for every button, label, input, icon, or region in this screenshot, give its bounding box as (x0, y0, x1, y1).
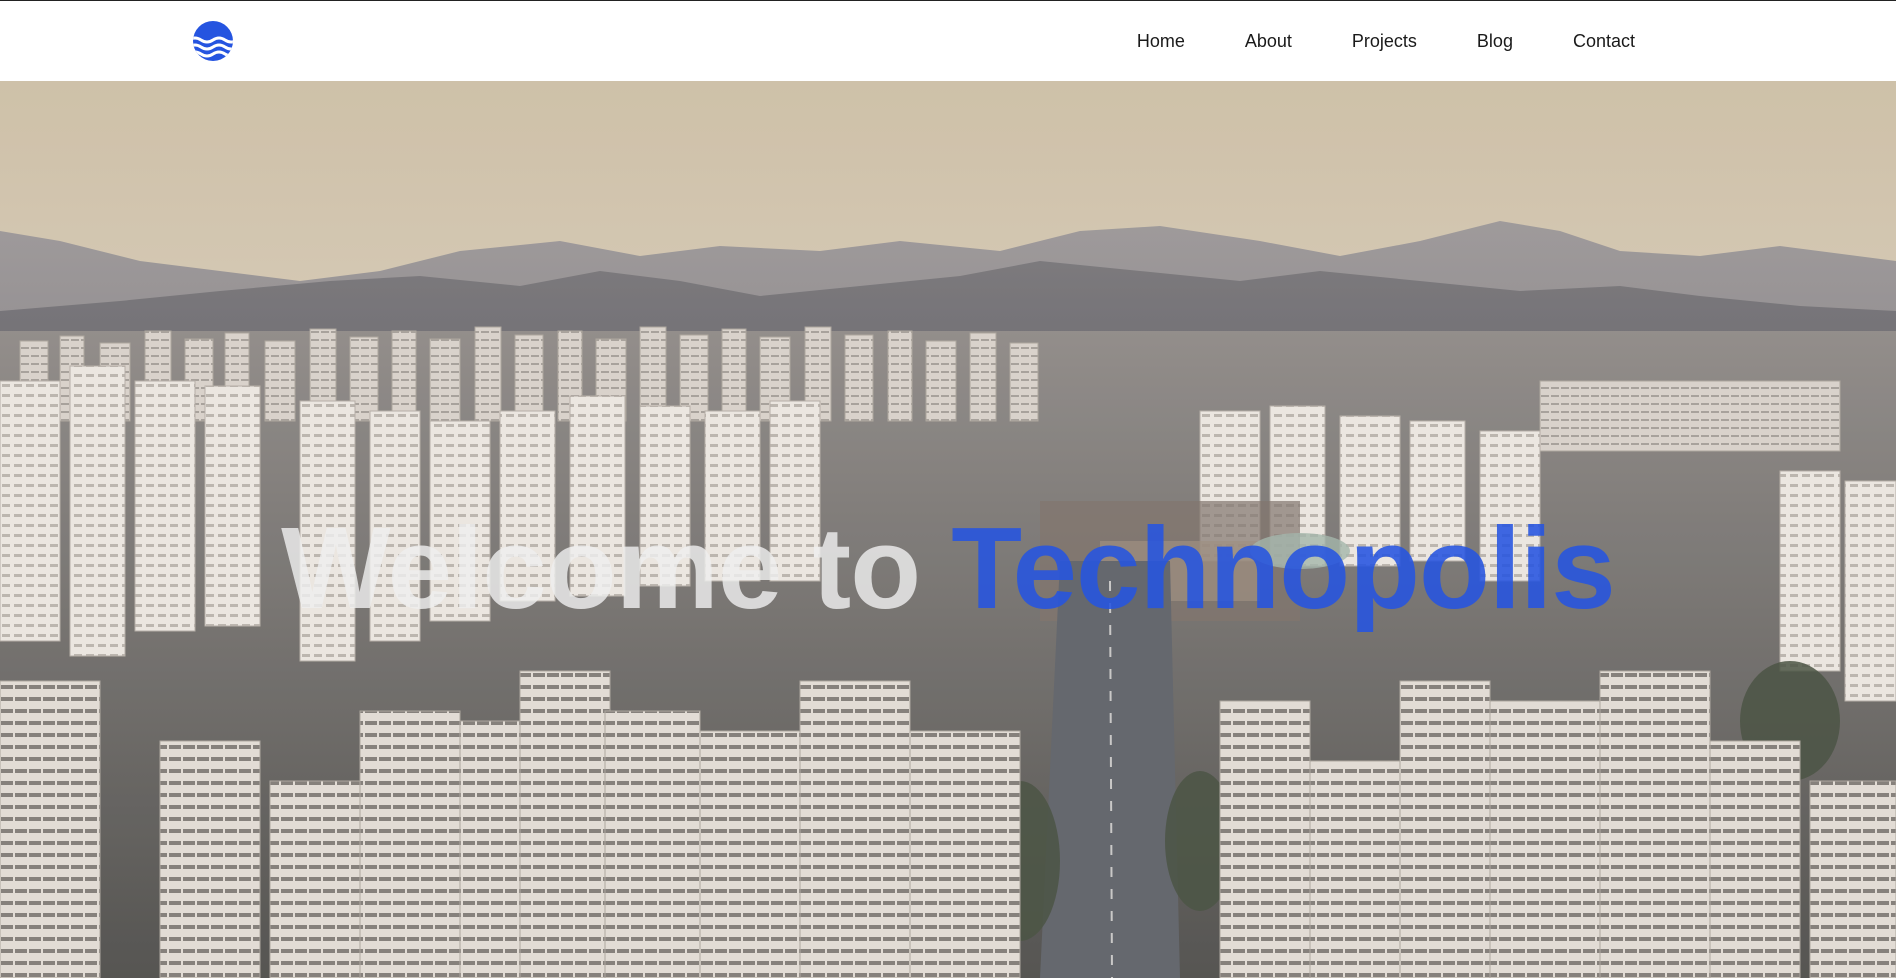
nav-about[interactable]: About (1245, 31, 1292, 52)
nav-home[interactable]: Home (1137, 31, 1185, 52)
page: Home About Projects Blog Contact Welcome… (0, 0, 1896, 978)
site-header: Home About Projects Blog Contact (0, 1, 1896, 81)
hero-title: Welcome to Technopolis (0, 503, 1896, 633)
nav-projects[interactable]: Projects (1352, 31, 1417, 52)
main-nav: Home About Projects Blog Contact (1137, 1, 1635, 81)
nav-blog[interactable]: Blog (1477, 31, 1513, 52)
waves-logo-icon[interactable] (189, 21, 237, 61)
hero-section: Welcome to Technopolis (0, 81, 1896, 978)
hero-title-highlight: Technopolis (951, 503, 1616, 633)
hero-title-prefix: Welcome to (281, 503, 952, 633)
nav-contact[interactable]: Contact (1573, 31, 1635, 52)
